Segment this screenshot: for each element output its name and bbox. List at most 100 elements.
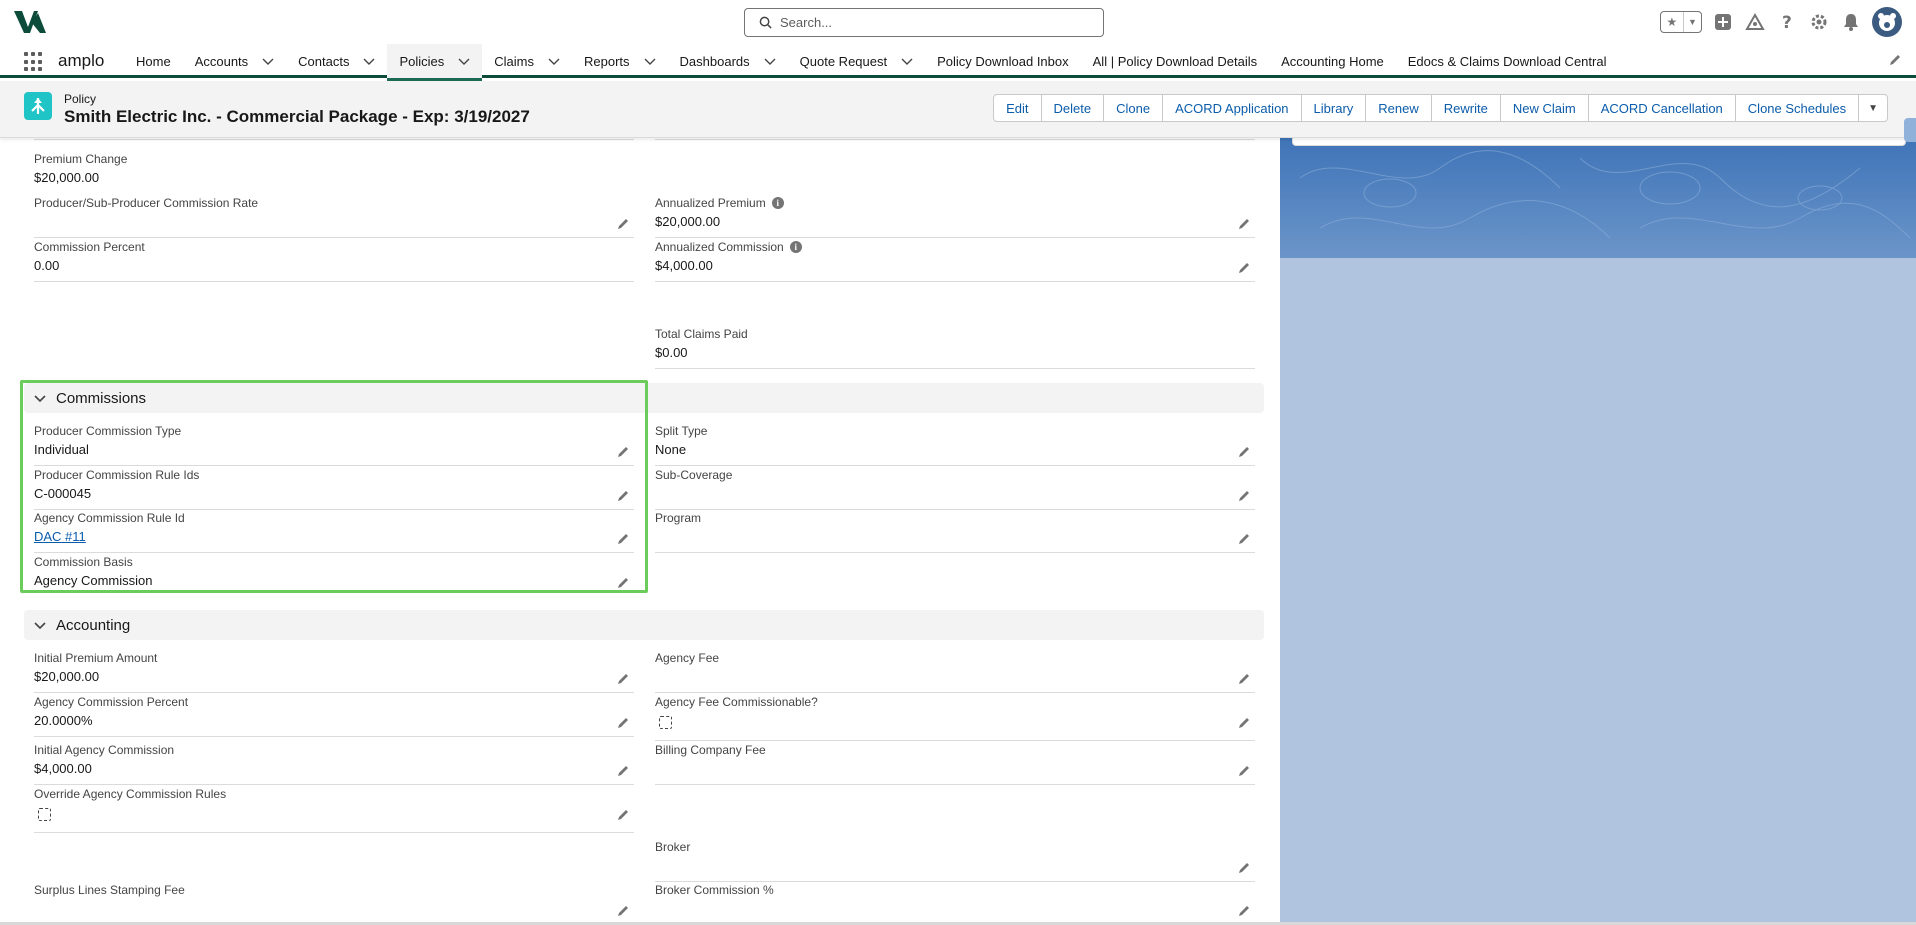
svg-text:?: ? — [1782, 13, 1792, 31]
favorites-dropdown-icon[interactable]: ▼ — [1684, 12, 1701, 32]
library-button[interactable]: Library — [1301, 94, 1367, 122]
field-annualized-premium: Annualized Premium i $20,000.00 — [655, 194, 1255, 238]
edit-pencil-icon[interactable] — [616, 716, 630, 730]
edit-pencil-icon[interactable] — [616, 808, 630, 822]
info-icon[interactable]: i — [771, 197, 784, 209]
chevron-down-icon — [34, 622, 46, 630]
field-label: Broker — [655, 840, 691, 854]
record-highlights-header: Policy Smith Electric Inc. - Commercial … — [0, 81, 1916, 138]
field-annualized-commission: Annualized Commission i $4,000.00 — [655, 238, 1255, 282]
edit-pencil-icon[interactable] — [1237, 764, 1251, 778]
chevron-down-icon[interactable] — [458, 55, 470, 67]
nav-item-accounts[interactable]: Accounts — [183, 44, 286, 78]
edit-pencil-icon[interactable] — [616, 672, 630, 686]
field-premium-change: Premium Change $20,000.00 — [34, 150, 634, 194]
field-label: Agency Commission Percent — [34, 695, 189, 709]
help-icon[interactable]: ? — [1776, 11, 1798, 33]
edit-pencil-icon[interactable] — [616, 764, 630, 778]
info-icon[interactable]: i — [789, 241, 802, 253]
nav-item-label: All | Policy Download Details — [1092, 53, 1258, 69]
field-override-agency-commission-rules: Override Agency Commission Rules — [34, 785, 634, 833]
nav-item-all-policy-download-details[interactable]: All | Policy Download Details — [1081, 44, 1270, 78]
nav-item-edocs-claims-download-central[interactable]: Edocs & Claims Download Central — [1396, 44, 1619, 78]
side-card-bottom-edge — [1292, 138, 1906, 146]
nav-item-label: Reports — [584, 53, 630, 69]
edit-nav-pencil-icon[interactable] — [1888, 53, 1902, 67]
global-actions-plus-icon[interactable] — [1712, 11, 1734, 33]
edit-pencil-icon[interactable] — [1237, 445, 1251, 459]
renew-button[interactable]: Renew — [1366, 94, 1432, 122]
agency-fee-commissionable-checkbox[interactable] — [659, 716, 672, 729]
field-agency-fee-commissionable: Agency Fee Commissionable? — [655, 693, 1255, 741]
section-header-accounting[interactable]: Accounting — [24, 610, 1264, 640]
record-title: Smith Electric Inc. - Commercial Package… — [64, 107, 530, 126]
setup-gear-icon[interactable] — [1808, 11, 1830, 33]
nav-item-contacts[interactable]: Contacts — [286, 44, 387, 78]
acord-application-button[interactable]: ACORD Application — [1163, 94, 1302, 122]
nav-item-label: Home — [136, 53, 171, 69]
edit-pencil-icon[interactable] — [1237, 489, 1251, 503]
side-panel-toggle-tab[interactable] — [1904, 118, 1916, 142]
global-header: Search... ★ ▼ ? — [0, 0, 1916, 44]
user-avatar[interactable] — [1872, 7, 1902, 37]
new-claim-button[interactable]: New Claim — [1500, 94, 1589, 122]
chevron-down-icon[interactable] — [901, 55, 913, 67]
edit-pencil-icon[interactable] — [616, 904, 630, 918]
nav-item-dashboards[interactable]: Dashboards — [668, 44, 788, 78]
chevron-down-icon[interactable] — [262, 55, 274, 67]
edit-pencil-icon[interactable] — [1237, 532, 1251, 546]
nav-item-claims[interactable]: Claims — [482, 44, 572, 78]
chevron-down-icon[interactable] — [644, 55, 656, 67]
chevron-down-icon[interactable] — [363, 55, 375, 67]
field-broker-commission-percent: Broker Commission % — [655, 881, 1255, 925]
edit-pencil-icon[interactable] — [1237, 861, 1251, 875]
star-icon[interactable]: ★ — [1661, 12, 1684, 32]
nav-item-label: Quote Request — [799, 53, 888, 69]
override-rules-checkbox[interactable] — [38, 808, 51, 821]
nav-item-policies[interactable]: Policies — [387, 44, 483, 81]
search-placeholder: Search... — [780, 15, 833, 30]
nav-item-label: Accounts — [194, 53, 249, 69]
nav-item-reports[interactable]: Reports — [572, 44, 668, 78]
edit-pencil-icon[interactable] — [616, 217, 630, 231]
more-actions-dropdown-icon[interactable]: ▼ — [1859, 94, 1888, 122]
edit-pencil-icon[interactable] — [1237, 904, 1251, 918]
delete-button[interactable]: Delete — [1041, 94, 1105, 122]
field-surplus-lines-stamping-fee: Surplus Lines Stamping Fee — [34, 881, 634, 925]
policy-record-icon — [24, 92, 52, 120]
favorites-button-group[interactable]: ★ ▼ — [1660, 11, 1702, 33]
field-value: $20,000.00 — [34, 170, 100, 185]
field-label: Producer/Sub-Producer Commission Rate — [34, 196, 259, 210]
app-navigation-bar: amplo Home Accounts Contacts Policies Claims… — [0, 44, 1916, 81]
nav-item-home[interactable]: Home — [124, 44, 183, 78]
field-value: $0.00 — [655, 345, 688, 360]
field-total-claims-paid: Total Claims Paid $0.00 — [655, 325, 1255, 369]
global-search-input[interactable]: Search... — [744, 8, 1104, 37]
nav-item-quote-request[interactable]: Quote Request — [788, 44, 925, 78]
field-label: Initial Agency Commission — [34, 743, 175, 757]
field-sub-coverage: Sub-Coverage — [655, 466, 1255, 510]
clone-button[interactable]: Clone — [1104, 94, 1164, 122]
chevron-down-icon[interactable] — [764, 55, 776, 67]
nav-item-policy-download-inbox[interactable]: Policy Download Inbox — [925, 44, 1081, 78]
nav-item-accounting-home[interactable]: Accounting Home — [1269, 44, 1396, 78]
notifications-bell-icon[interactable] — [1840, 11, 1862, 33]
field-label: Broker Commission % — [655, 883, 774, 897]
nav-item-label: Edocs & Claims Download Central — [1407, 53, 1607, 69]
search-icon — [759, 16, 772, 29]
trailhead-guidance-icon[interactable] — [1744, 11, 1766, 33]
edit-pencil-icon[interactable] — [1237, 716, 1251, 730]
field-label: Annualized Commission — [655, 240, 784, 254]
app-launcher-icon[interactable] — [24, 52, 44, 72]
edit-pencil-icon[interactable] — [1237, 261, 1251, 275]
acord-cancellation-button[interactable]: ACORD Cancellation — [1588, 94, 1736, 122]
rewrite-button[interactable]: Rewrite — [1431, 94, 1501, 122]
clone-schedules-button[interactable]: Clone Schedules — [1735, 94, 1860, 122]
edit-pencil-icon[interactable] — [1237, 217, 1251, 231]
field-commission-percent: Commission Percent 0.00 — [34, 238, 634, 282]
amplo-logo-icon[interactable] — [12, 9, 48, 35]
chevron-down-icon[interactable] — [548, 55, 560, 67]
edit-button[interactable]: Edit — [993, 94, 1042, 122]
record-action-buttons: Edit Delete Clone ACORD Application Library R… — [993, 94, 1888, 122]
edit-pencil-icon[interactable] — [1237, 672, 1251, 686]
